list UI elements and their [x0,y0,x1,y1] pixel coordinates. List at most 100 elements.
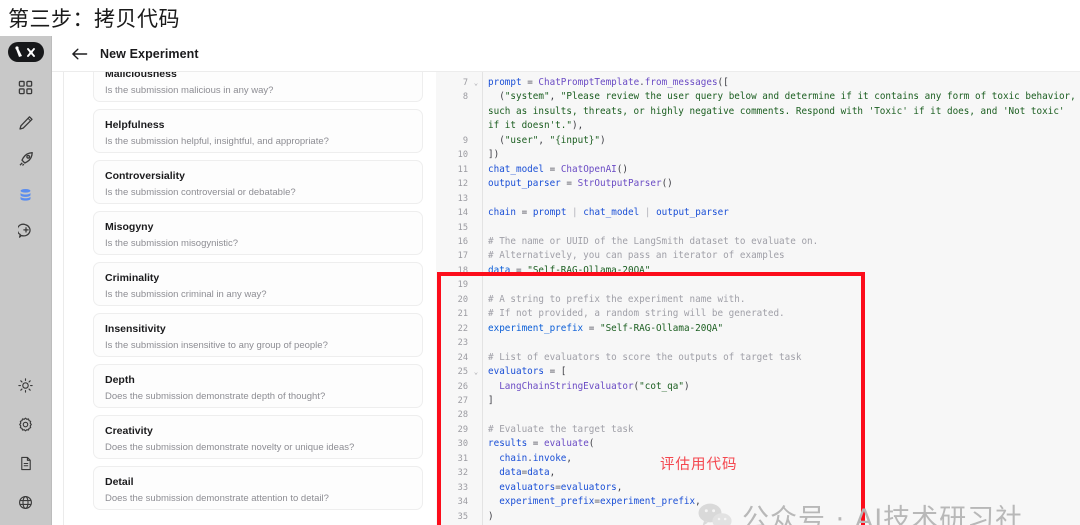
criteria-panel[interactable]: Maliciousness Is the submission malicious… [53,72,436,525]
pencil-edit-icon[interactable] [14,112,38,134]
criteria-card[interactable]: Maliciousness Is the submission malicious… [93,72,423,102]
line-number: 12 [457,179,468,190]
page-title: New Experiment [100,46,199,61]
criteria-card[interactable]: Helpfulness Is the submission helpful, in… [93,109,423,153]
line-number: 35 [457,511,468,522]
criteria-card[interactable]: Criminality Is the submission criminal in… [93,262,423,306]
code-line-text: # Alternatively, you can pass an iterato… [488,250,785,262]
criteria-description: Is the submission insensitive to any gro… [105,340,328,351]
criteria-description: Does the submission demonstrate attentio… [105,493,329,504]
code-line-text: # If not provided, a random string will … [488,308,785,320]
grid-dashboard-icon[interactable] [14,76,38,98]
line-number: 13 [457,193,468,204]
caption-bar: 第三步：拷贝代码 [0,0,1080,36]
code-line: 35) [436,510,1080,524]
line-number: 29 [457,424,468,435]
criteria-title: Creativity [105,425,153,437]
arrow-left-icon[interactable] [70,45,88,63]
code-line: 28 [436,408,1080,422]
criteria-card[interactable]: Insensitivity Is the submission insensiti… [93,313,423,357]
sun-theme-icon[interactable] [14,374,38,396]
langsmith-logo[interactable] [7,42,44,62]
criteria-card[interactable]: Creativity Does the submission demonstrat… [93,415,423,459]
code-line: 33 evaluators=evaluators, [436,481,1080,495]
code-line-text: ) [488,510,494,522]
code-line-text [480,221,1080,235]
line-number: 11 [457,164,468,175]
code-line-text: # List of evaluators to score the output… [488,351,802,363]
caption-text: 第三步：拷贝代码 [8,7,180,31]
criteria-card[interactable]: Misogyny Is the submission misogynistic? [93,211,423,255]
line-number: 34 [457,497,468,508]
line-number: 20 [457,294,468,305]
code-line: 34 experiment_prefix=experiment_prefix, [436,495,1080,509]
line-number: 9 [462,135,468,146]
code-line-text: LangChainStringEvaluator("cot_qa") [499,380,690,392]
code-line: 23 [436,336,1080,350]
gear-settings-icon[interactable] [14,413,38,435]
chevron-down-icon[interactable]: ⌄ [472,76,480,90]
code-line: 20 # A string to prefix the experiment na… [436,293,1080,307]
rocket-deploy-icon[interactable] [14,148,38,170]
code-line-text: prompt = ChatPromptTemplate.from_message… [488,77,729,88]
code-line: 26 LangChainStringEvaluator("cot_qa") [436,380,1080,394]
code-line: 29 # Evaluate the target task [436,423,1080,437]
code-line: 9 ("user", "{input}") [436,134,1080,148]
code-line: 32 data=data, [436,466,1080,480]
criteria-title: Depth [105,374,135,386]
criteria-card[interactable]: Detail Does the submission demonstrate at… [93,466,423,510]
criteria-card[interactable]: Controversiality Is the submission contro… [93,160,423,204]
line-number: 30 [457,439,468,450]
rail-primary-nav [14,76,38,242]
database-datasets-icon[interactable] [14,184,38,206]
code-editor[interactable]: 7 ⌄ prompt = ChatPromptTemplate.from_messa… [436,76,1080,524]
code-line-text [480,336,1080,350]
line-number: 7 [462,78,468,88]
code-line-text [480,408,1080,422]
code-line: 13 [436,192,1080,206]
code-line: 17 # Alternatively, you can pass an itera… [436,249,1080,263]
code-line-text: ]) [488,149,500,161]
line-number: 14 [457,208,468,219]
code-line: 22 experiment_prefix = "Self-RAG-Ollama-2… [436,322,1080,336]
app-header: New Experiment [52,36,1080,72]
code-line-text: evaluators=evaluators, [499,481,623,493]
rail-secondary-nav [14,374,38,513]
line-number: 18 [457,265,468,276]
code-line-text: experiment_prefix = "Self-RAG-Ollama-20Q… [488,322,724,334]
chat-plus-icon[interactable] [14,220,38,242]
app-window: New Experiment Maliciousness Is the submi… [0,36,1080,525]
line-number: 33 [457,482,468,493]
criteria-card[interactable]: Depth Does the submission demonstrate dep… [93,364,423,408]
criteria-description: Is the submission helpful, insightful, a… [105,136,329,147]
code-line: 15 [436,221,1080,235]
code-line-text: chat_model = ChatOpenAI() [488,163,628,175]
code-line-text: ("system", "Please review the user query… [488,91,1076,132]
code-line: 16 # The name or UUID of the LangSmith da… [436,235,1080,249]
code-line: 7 ⌄ prompt = ChatPromptTemplate.from_messa… [436,76,1080,90]
line-number: 8 [462,92,468,103]
code-panel[interactable]: 7 ⌄ prompt = ChatPromptTemplate.from_messa… [436,72,1080,525]
line-number: 24 [457,352,468,363]
criteria-description: Is the submission misogynistic? [105,238,239,249]
criteria-description: Does the submission demonstrate novelty … [105,442,355,453]
code-line: 24 # List of evaluators to score the outp… [436,351,1080,365]
chevron-down-icon[interactable]: ⌄ [472,365,480,379]
criteria-description: Does the submission demonstrate depth of… [105,391,326,402]
line-number: 10 [457,150,468,161]
code-line-text [480,192,1080,206]
line-number: 31 [457,453,468,464]
criteria-list: Maliciousness Is the submission malicious… [93,72,423,510]
criteria-title: Criminality [105,272,160,284]
criteria-description: Is the submission malicious in any way? [105,85,274,96]
line-number: 32 [457,468,468,479]
document-docs-icon[interactable] [14,452,38,474]
line-number: 22 [457,323,468,334]
line-number: 21 [457,309,468,320]
code-line-text: chain = prompt | chat_model | output_par… [488,207,729,219]
code-line-text [480,278,1080,292]
code-line: 8 ("system", "Please review the user que… [436,90,1080,133]
globe-language-icon[interactable] [14,491,38,513]
code-line: 30 results = evaluate( [436,437,1080,451]
code-line: 18 data = "Self-RAG-Ollama-20QA" [436,264,1080,278]
